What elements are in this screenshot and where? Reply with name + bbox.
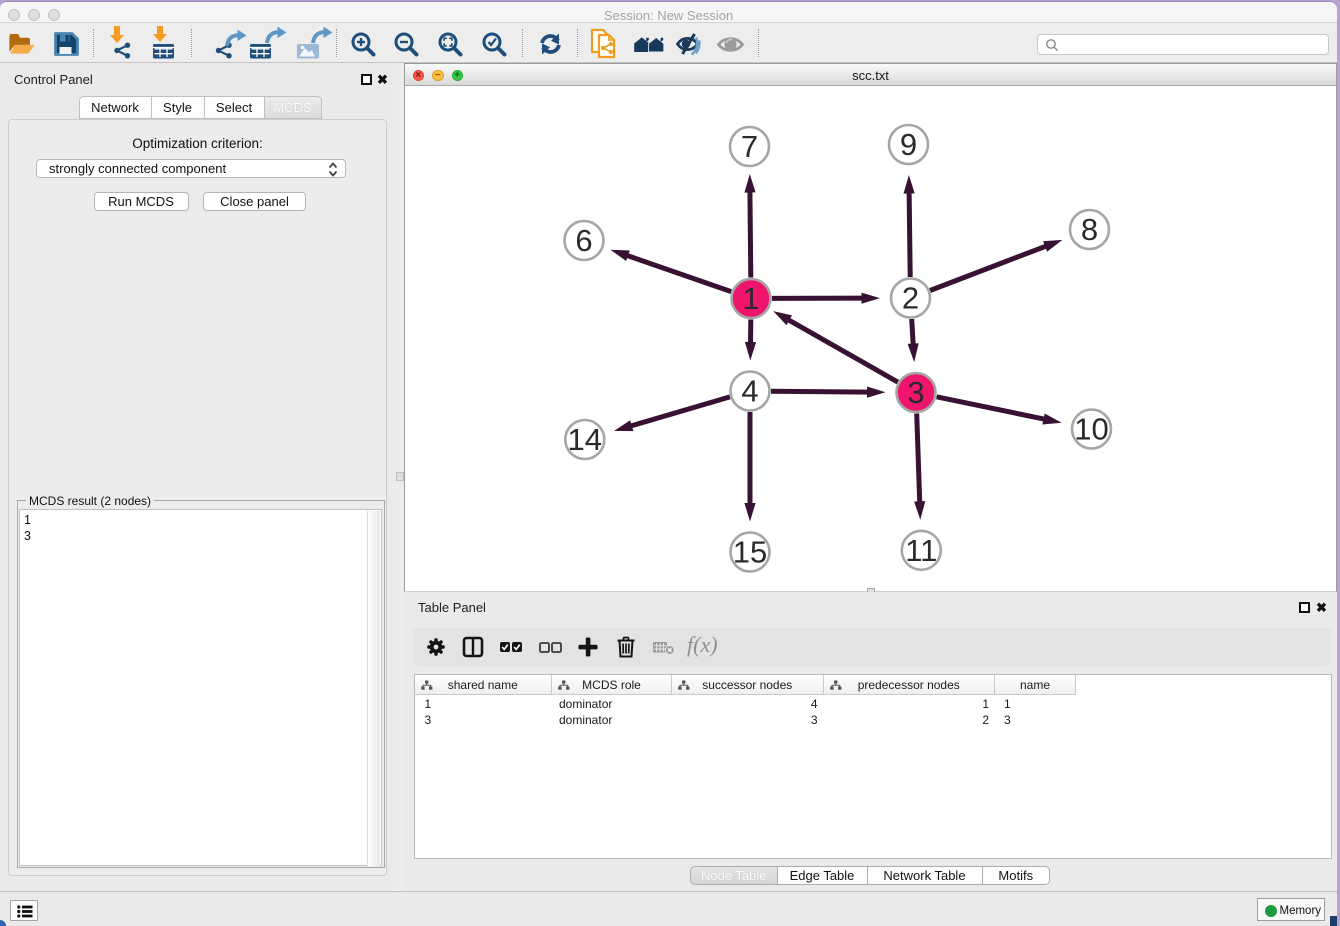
- svg-text:15: 15: [733, 535, 767, 570]
- svg-text:1: 1: [742, 281, 759, 316]
- svg-text:3: 3: [907, 375, 924, 410]
- svg-text:f(x): f(x): [687, 634, 718, 657]
- svg-text:6: 6: [575, 223, 592, 258]
- svg-text:7: 7: [741, 129, 758, 164]
- svg-text:8: 8: [1081, 212, 1098, 247]
- svg-text:14: 14: [568, 422, 602, 457]
- svg-text:10: 10: [1074, 412, 1108, 447]
- svg-text:9: 9: [900, 127, 917, 162]
- svg-text:4: 4: [741, 374, 758, 409]
- svg-text:11: 11: [905, 533, 937, 568]
- svg-text:2: 2: [902, 281, 919, 316]
